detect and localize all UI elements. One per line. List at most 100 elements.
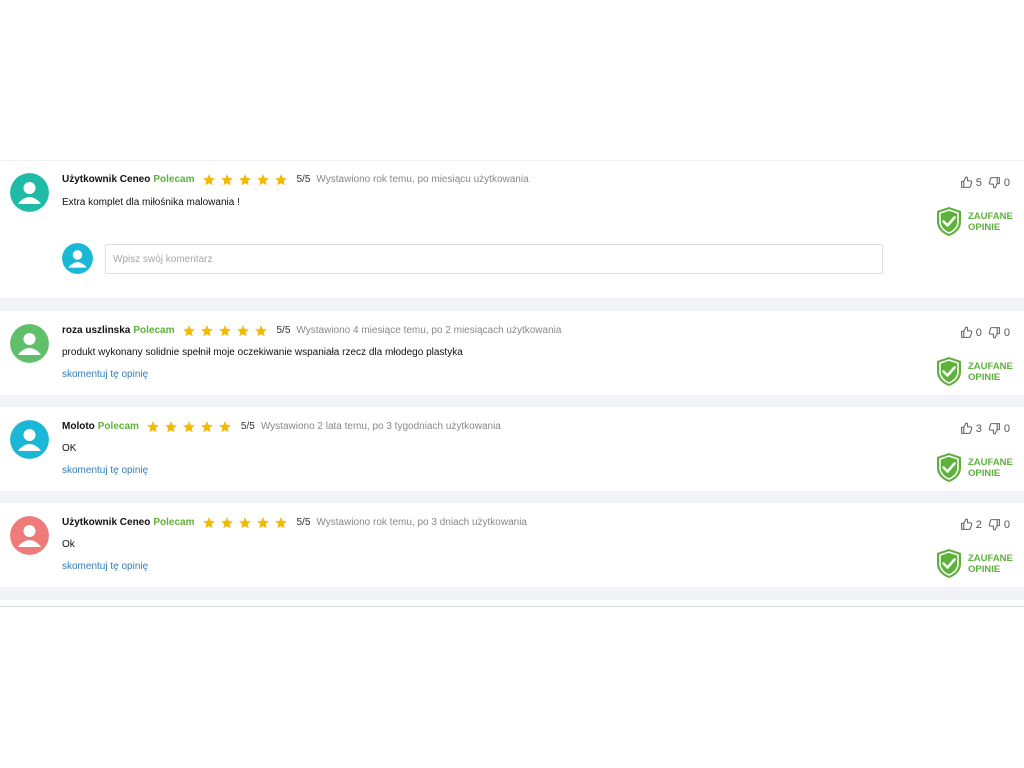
review-score: 5/5 bbox=[240, 421, 255, 432]
trusted-review-badge: ZAUFANE OPINIE bbox=[936, 548, 1013, 579]
commenter-avatar bbox=[62, 243, 93, 274]
shield-check-icon bbox=[937, 453, 961, 482]
dislike-button[interactable]: 0 bbox=[988, 326, 1010, 339]
dislike-count: 0 bbox=[1003, 422, 1010, 435]
avatar[interactable] bbox=[10, 420, 49, 459]
like-count: 3 bbox=[975, 422, 982, 435]
star-icon bbox=[202, 517, 215, 529]
review-posted-info: Wystawiono 2 lata temu, po 3 tygodniach … bbox=[260, 421, 501, 432]
thumbs-up-icon bbox=[960, 518, 972, 530]
star-icon bbox=[220, 174, 233, 186]
review-card: Moloto Polecam 5/5 Wystawiono 2 lata tem… bbox=[0, 407, 1024, 491]
review-posted-info: Wystawiono 4 miesiące temu, po 2 miesiąc… bbox=[296, 325, 562, 336]
star-icon bbox=[236, 325, 249, 337]
bottom-divider bbox=[0, 606, 1024, 607]
review-votes: 5 0 bbox=[954, 176, 1010, 189]
section-divider bbox=[0, 491, 1024, 503]
star-rating bbox=[145, 420, 235, 434]
star-icon bbox=[256, 174, 269, 186]
review-score: 5/5 bbox=[296, 174, 311, 185]
badge-line2: OPINIE bbox=[968, 371, 1001, 383]
star-icon bbox=[274, 517, 287, 529]
review-votes: 2 0 bbox=[954, 518, 1010, 531]
star-icon bbox=[219, 421, 231, 433]
review-score: 5/5 bbox=[296, 517, 311, 528]
section-divider bbox=[0, 395, 1024, 407]
star-icon bbox=[183, 421, 195, 433]
star-rating bbox=[181, 324, 271, 338]
dislike-count: 0 bbox=[1003, 518, 1010, 531]
review-meta: roza uszlinska Polecam 5/5 Wystawiono 4 … bbox=[62, 324, 561, 338]
comment-on-review-link[interactable]: skomentuj tę opinię bbox=[62, 561, 148, 572]
star-icon bbox=[165, 421, 177, 433]
thumbs-up-icon bbox=[960, 422, 972, 434]
review-author: Użytkownik Ceneo bbox=[62, 174, 151, 185]
section-divider bbox=[0, 298, 1024, 311]
dislike-button[interactable]: 0 bbox=[988, 518, 1010, 531]
review-card: Użytkownik Ceneo Polecam 5/5 Wystawiono … bbox=[0, 161, 1024, 298]
recommend-label: Polecam bbox=[153, 517, 195, 528]
recommend-label: Polecam bbox=[133, 325, 175, 336]
recommend-label: Polecam bbox=[97, 421, 139, 432]
review-votes: 3 0 bbox=[954, 422, 1010, 435]
avatar[interactable] bbox=[10, 324, 49, 363]
review-text: produkt wykonany solidnie spełnił moje o… bbox=[62, 347, 463, 358]
dislike-button[interactable]: 0 bbox=[988, 422, 1010, 435]
review-posted-info: Wystawiono rok temu, po miesiącu użytkow… bbox=[316, 174, 529, 185]
review-meta: Moloto Polecam 5/5 Wystawiono 2 lata tem… bbox=[62, 420, 501, 434]
star-icon bbox=[220, 517, 233, 529]
badge-line1: ZAUFANE bbox=[968, 210, 1013, 222]
dislike-count: 0 bbox=[1003, 176, 1010, 189]
star-icon bbox=[218, 325, 231, 337]
review-meta: Użytkownik Ceneo Polecam 5/5 Wystawiono … bbox=[62, 173, 529, 187]
review-meta: Użytkownik Ceneo Polecam 5/5 Wystawiono … bbox=[62, 516, 527, 530]
star-rating bbox=[201, 173, 291, 187]
review-author: Użytkownik Ceneo bbox=[62, 517, 151, 528]
avatar[interactable] bbox=[10, 173, 49, 212]
trusted-review-badge: ZAUFANE OPINIE bbox=[936, 356, 1013, 387]
star-icon bbox=[238, 174, 251, 186]
review-text: Extra komplet dla miłośnika malowania ! bbox=[62, 197, 240, 208]
review-score: 5/5 bbox=[276, 325, 291, 336]
star-icon bbox=[274, 174, 287, 186]
badge-line1: ZAUFANE bbox=[968, 456, 1013, 468]
section-divider bbox=[0, 587, 1024, 600]
shield-check-icon bbox=[937, 207, 961, 236]
like-button[interactable]: 0 bbox=[960, 326, 982, 339]
review-text: Ok bbox=[62, 539, 75, 550]
star-icon bbox=[201, 421, 213, 433]
comment-input[interactable] bbox=[105, 244, 883, 274]
like-button[interactable]: 2 bbox=[960, 518, 982, 531]
star-icon bbox=[254, 325, 267, 337]
like-button[interactable]: 5 bbox=[960, 176, 982, 189]
thumbs-up-icon bbox=[960, 176, 972, 188]
reviews-page: Użytkownik Ceneo Polecam 5/5 Wystawiono … bbox=[0, 0, 1024, 768]
review-posted-info: Wystawiono rok temu, po 3 dniach użytkow… bbox=[316, 517, 527, 528]
like-button[interactable]: 3 bbox=[960, 422, 982, 435]
thumbs-down-icon bbox=[988, 423, 1000, 435]
like-count: 0 bbox=[975, 326, 982, 339]
comment-on-review-link[interactable]: skomentuj tę opinię bbox=[62, 465, 148, 476]
star-icon bbox=[256, 517, 269, 529]
recommend-label: Polecam bbox=[153, 174, 195, 185]
review-votes: 0 0 bbox=[954, 326, 1010, 339]
trusted-review-badge: ZAUFANE OPINIE bbox=[936, 452, 1013, 483]
badge-line2: OPINIE bbox=[968, 563, 1001, 575]
badge-line2: OPINIE bbox=[968, 221, 1001, 233]
review-card: roza uszlinska Polecam 5/5 Wystawiono 4 … bbox=[0, 311, 1024, 395]
shield-check-icon bbox=[937, 357, 961, 386]
dislike-button[interactable]: 0 bbox=[988, 176, 1010, 189]
star-icon bbox=[202, 174, 215, 186]
like-count: 5 bbox=[975, 176, 982, 189]
badge-line1: ZAUFANE bbox=[968, 360, 1013, 372]
like-count: 2 bbox=[975, 518, 982, 531]
thumbs-down-icon bbox=[988, 519, 1000, 531]
review-author: roza uszlinska bbox=[62, 325, 131, 336]
avatar[interactable] bbox=[10, 516, 49, 555]
review-author: Moloto bbox=[62, 421, 95, 432]
star-icon bbox=[238, 517, 251, 529]
thumbs-up-icon bbox=[960, 326, 972, 338]
badge-line1: ZAUFANE bbox=[968, 552, 1013, 564]
thumbs-down-icon bbox=[988, 327, 1000, 339]
comment-on-review-link[interactable]: skomentuj tę opinię bbox=[62, 369, 148, 380]
